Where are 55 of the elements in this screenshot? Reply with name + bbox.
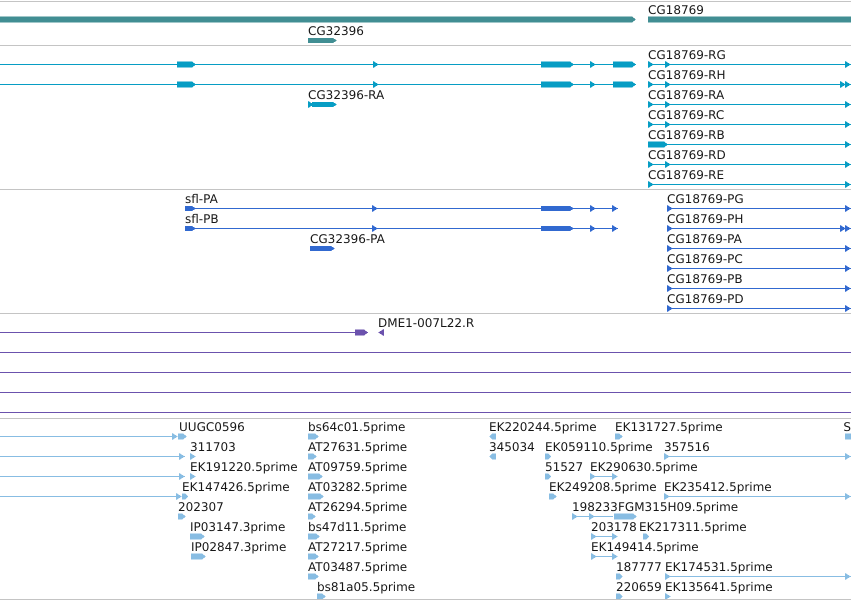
feature-label: EK147426.5prime: [182, 480, 290, 494]
feature-label: 198233: [572, 500, 618, 514]
feature-label: AT27217.5prime: [308, 540, 408, 554]
feature-label: CG18769-RG: [648, 48, 726, 62]
feature-label: EK059110.5prime: [545, 440, 653, 454]
feature-label: CG18769-RC: [648, 108, 724, 122]
feature-label: sfl-PA: [185, 192, 218, 206]
feature-label: bs47d11.5prime: [308, 520, 406, 534]
feature-label: AT09759.5prime: [308, 460, 408, 474]
feature-label: 187777: [616, 560, 662, 574]
feature-label: EK249208.5prime: [549, 480, 657, 494]
feature-label: EK235412.5prime: [664, 480, 772, 494]
feature-label: S: [843, 420, 851, 434]
feature-label: EK135641.5prime: [665, 580, 773, 594]
feature-label: 220659: [616, 580, 662, 594]
feature-label: CG18769-PH: [667, 212, 744, 226]
feature-label: UUGC0596: [179, 420, 245, 434]
feature-label: bs81a05.5prime: [317, 580, 416, 594]
feature-label: bs64c01.5prime: [308, 420, 406, 434]
feature-label: 357516: [664, 440, 710, 454]
feature-label: IP02847.3prime: [191, 540, 286, 554]
feature-label: CG18769: [648, 3, 704, 17]
feature-label: CG18769-PD: [667, 292, 744, 306]
feature-label: CG18769-RA: [648, 88, 724, 102]
feature-label: IP03147.3prime: [190, 520, 286, 534]
feature-label: sfl-PB: [185, 212, 219, 226]
feature-label: CG32396-PA: [310, 232, 385, 246]
feature-label: EK290630.5prime: [590, 460, 698, 474]
feature-label: 51527: [545, 460, 584, 474]
feature-label: CG18769-PB: [667, 272, 743, 286]
feature-label: CG32396: [308, 24, 364, 38]
feature-label: EK174531.5prime: [665, 560, 773, 574]
feature-label: CG18769-PA: [667, 232, 742, 246]
feature-label: AT26294.5prime: [308, 500, 408, 514]
feature-label: EK220244.5prime: [489, 420, 597, 434]
feature-label: CG18769-PC: [667, 252, 743, 266]
feature-label: EK191220.5prime: [190, 460, 298, 474]
feature-label: EK131727.5prime: [615, 420, 723, 434]
feature-label: 311703: [190, 440, 236, 454]
feature-label: DME1-007L22.R: [378, 316, 474, 330]
feature-label: AT03282.5prime: [308, 480, 408, 494]
feature-label: 203178: [591, 520, 637, 534]
feature-label: CG18769-RB: [648, 128, 725, 142]
feature-label: 202307: [178, 500, 224, 514]
feature-label: FGM315H09.5prime: [618, 500, 738, 514]
feature-label: CG18769-PG: [667, 192, 744, 206]
feature-label: CG18769-RH: [648, 68, 726, 82]
feature-label: 345034: [489, 440, 535, 454]
feature-label: CG32396-RA: [308, 88, 384, 102]
feature-label: EK217311.5prime: [639, 520, 747, 534]
feature-label: EK149414.5prime: [591, 540, 699, 554]
feature-label: CG18769-RE: [648, 168, 724, 182]
feature-label: AT03487.5prime: [308, 560, 408, 574]
feature-label: AT27631.5prime: [308, 440, 408, 454]
feature-label: CG18769-RD: [648, 148, 726, 162]
